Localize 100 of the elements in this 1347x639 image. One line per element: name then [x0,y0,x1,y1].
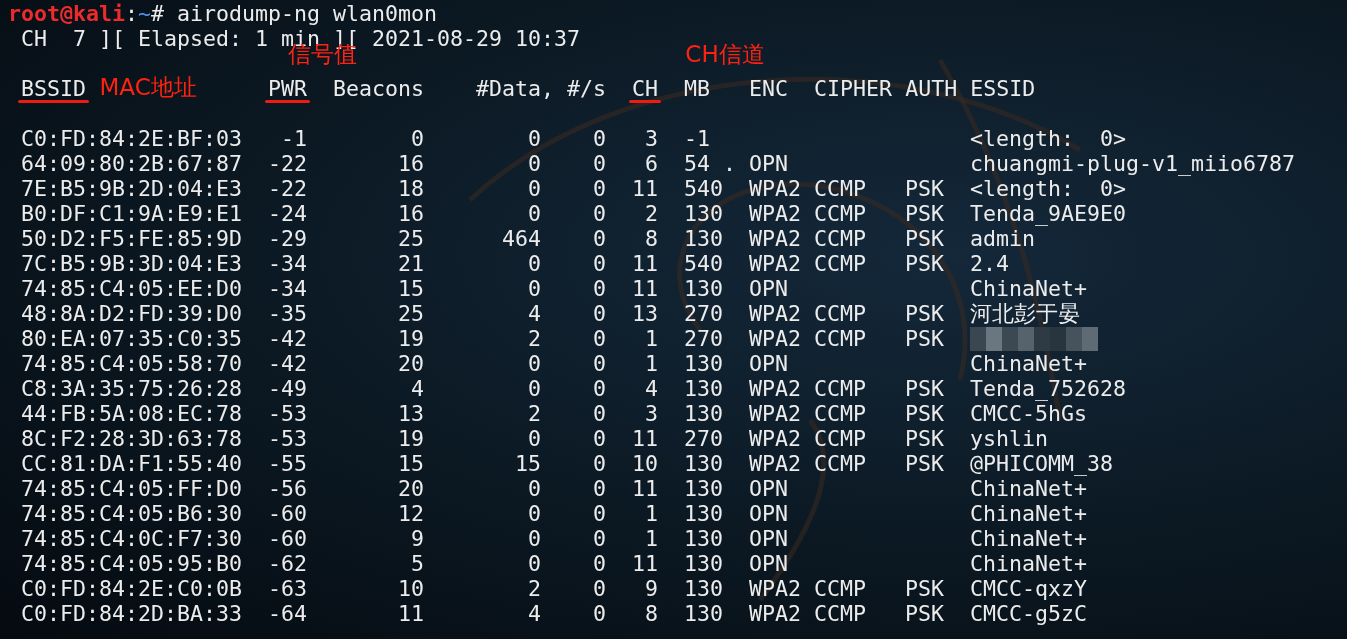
table-cell: WPA2 [749,601,802,626]
table-cell-text: 0 [592,551,606,576]
column-header: CH [632,76,659,101]
table-cell-text: 0 [592,251,606,276]
table-cell: C0:FD:84:2E:BF:03 [21,126,242,151]
table-cell: 44:FB:5A:08:EC:78 [21,401,242,426]
table-cell: CCMP [814,326,867,351]
table-cell: 74:85:C4:05:95:B0 [21,551,242,576]
table-cell-text: -42 [267,326,307,351]
table-cell-text: 12 [397,501,424,526]
table-cell: 74:85:C4:05:B6:30 [21,501,242,526]
table-cell: WPA2 [749,326,802,351]
table-cell: WPA2 [749,201,802,226]
table-cell-text: 0 [592,376,606,401]
table-cell-text: 0 [527,251,541,276]
prompt-path: ~ [138,1,152,26]
table-cell: 130 [684,576,724,601]
prompt-separator: : [125,1,139,26]
table-cell-text: 16 [397,201,424,226]
column-header: ENC [749,76,789,101]
table-cell: 270 [684,426,724,451]
table-cell: OPN [749,501,789,526]
annotation-label: CH信道 [685,40,765,68]
table-cell: 74:85:C4:05:EE:D0 [21,276,242,301]
table-cell-text: 1 [644,326,658,351]
table-cell-text: 4 [527,601,541,626]
table-cell-text: -34 [267,276,307,301]
table-cell-text: 2 [527,576,541,601]
table-cell: 7E:B5:9B:2D:04:E3 [21,176,242,201]
table-cell: 130 [684,501,724,526]
table-cell-text: 4 [410,376,424,401]
table-cell-text: 6 [644,151,658,176]
table-cell-text: 9 [644,576,658,601]
column-header: MB [684,76,711,101]
table-cell: 540 [684,251,724,276]
column-header: AUTH [905,76,958,101]
column-header: BSSID [21,76,86,101]
table-cell-text: 0 [527,351,541,376]
table-cell: PSK [905,601,945,626]
table-cell: WPA2 [749,301,802,326]
table-cell: OPN [749,351,789,376]
table-cell-text: 8 [644,601,658,626]
table-cell: 74:85:C4:0C:F7:30 [21,526,242,551]
table-cell-text: 0 [592,526,606,551]
table-cell-text: 0 [527,376,541,401]
table-cell: 74:85:C4:05:58:70 [21,351,242,376]
table-cell: WPA2 [749,376,802,401]
table-cell: 130 [684,276,724,301]
table-cell-text: 0 [527,176,541,201]
table-cell: 48:8A:D2:FD:39:D0 [21,301,242,326]
table-cell: ChinaNet+ [970,526,1088,551]
table-cell: OPN [749,276,789,301]
table-cell: ChinaNet+ [970,476,1088,501]
table-cell: 130 [684,526,724,551]
table-cell: CC:81:DA:F1:55:40 [21,451,242,476]
table-cell-text: 4 [644,376,658,401]
table-cell-text: 5 [410,551,424,576]
table-cell-text: 20 [397,351,424,376]
table-cell-text: 4 [527,301,541,326]
table-cell-text: -64 [267,601,307,626]
table-cell-text: 25 [397,226,424,251]
table-cell-text: 0 [527,501,541,526]
table-cell-text: 15 [397,451,424,476]
table-cell-text: 11 [397,601,424,626]
table-cell: ChinaNet+ [970,351,1088,376]
table-cell-text: -55 [267,451,307,476]
table-cell: chuangmi-plug-v1_miio6787 [970,151,1296,176]
table-cell: CCMP [814,401,867,426]
table-cell-text: 1 [644,351,658,376]
table-cell: OPN [749,151,789,176]
table-cell: 河北彭于晏 [970,301,1081,326]
table-cell-text: 0 [527,476,541,501]
table-cell: 8C:F2:28:3D:63:78 [21,426,242,451]
table-cell-text: 0 [527,551,541,576]
table-cell-text: 0 [527,276,541,301]
table-cell: PSK [905,301,945,326]
table-cell-text: 0 [592,576,606,601]
table-cell-text: 0 [592,226,606,251]
column-header: CIPHER [814,76,893,101]
table-cell-text: 0 [592,426,606,451]
table-cell: @PHICOMM_38 [970,451,1114,476]
table-cell-text: -53 [267,401,307,426]
table-cell-text: 0 [592,351,606,376]
table-cell: WPA2 [749,401,802,426]
table-cell: CMCC-qxzY [970,576,1088,601]
table-cell-text: 20 [397,476,424,501]
table-cell-text: 0 [592,126,606,151]
table-cell-text: -60 [267,501,307,526]
table-cell-text: 464 [501,226,541,251]
table-cell: 80:EA:07:35:C0:35 [21,326,242,351]
table-cell: 130 [684,351,724,376]
table-cell: PSK [905,226,945,251]
table-cell: 50:D2:F5:FE:85:9D [21,226,242,251]
table-cell: yshlin [970,426,1049,451]
table-cell: CCMP [814,451,867,476]
table-cell-text: -24 [267,201,307,226]
table-cell: 270 [684,326,724,351]
table-cell: PSK [905,201,945,226]
table-cell-text: 1 [644,501,658,526]
table-cell: 130 [684,451,724,476]
